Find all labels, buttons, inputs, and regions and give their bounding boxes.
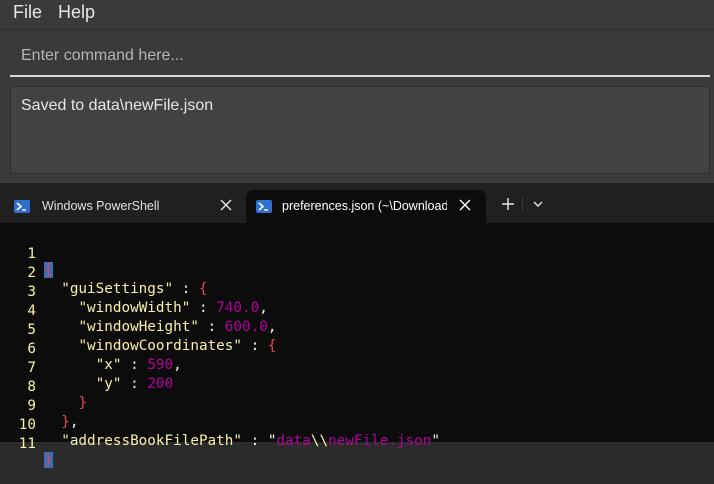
text-cursor: } [44, 452, 53, 468]
close-icon[interactable] [218, 197, 234, 213]
new-tab-button[interactable] [499, 195, 517, 213]
menu-file[interactable]: File [13, 2, 42, 23]
command-input[interactable] [10, 37, 710, 75]
code-line: 7 "y" : 200 [0, 344, 714, 392]
tab-title: preferences.json (~\Downloads [282, 199, 447, 213]
code-line: 4 "windowHeight" : 600.0, [0, 287, 714, 335]
code-line: 3 "windowWidth" : 740.0, [0, 268, 714, 316]
code-line: 1 { [0, 230, 714, 278]
app-window: File Help Saved to data\newFile.json [0, 0, 714, 183]
code-line: 11 } [0, 420, 714, 468]
result-display: Saved to data\newFile.json [10, 86, 710, 174]
tab-preferences-json[interactable]: preferences.json (~\Downloads [246, 190, 486, 223]
powershell-icon [256, 200, 272, 213]
terminal-tab-bar: Windows PowerShell preferences.json (~\D… [0, 183, 714, 223]
tab-windows-powershell[interactable]: Windows PowerShell [2, 190, 244, 223]
command-box [10, 37, 710, 77]
menu-help[interactable]: Help [58, 2, 95, 23]
powershell-icon [14, 200, 30, 213]
code-line: 2 "guiSettings" : { [0, 249, 714, 297]
menu-bar: File Help [0, 0, 714, 28]
close-icon[interactable] [457, 197, 473, 213]
code-line: 5 "windowCoordinates" : { [0, 306, 714, 354]
line-number: 11 [18, 436, 36, 452]
code-line: 10 "addressBookFilePath" : "data\\newFil… [0, 401, 714, 449]
tab-bar-separator [522, 197, 523, 211]
menu-divider [0, 29, 714, 30]
chevron-down-icon[interactable] [530, 197, 546, 211]
tab-title: Windows PowerShell [42, 199, 160, 213]
result-text: Saved to data\newFile.json [21, 97, 214, 114]
terminal-window: Windows PowerShell preferences.json (~\D… [0, 183, 714, 468]
code-line: 6 "x" : 590, [0, 325, 714, 373]
code-line: 9 }, [0, 382, 714, 430]
code-line: 8 } [0, 363, 714, 411]
